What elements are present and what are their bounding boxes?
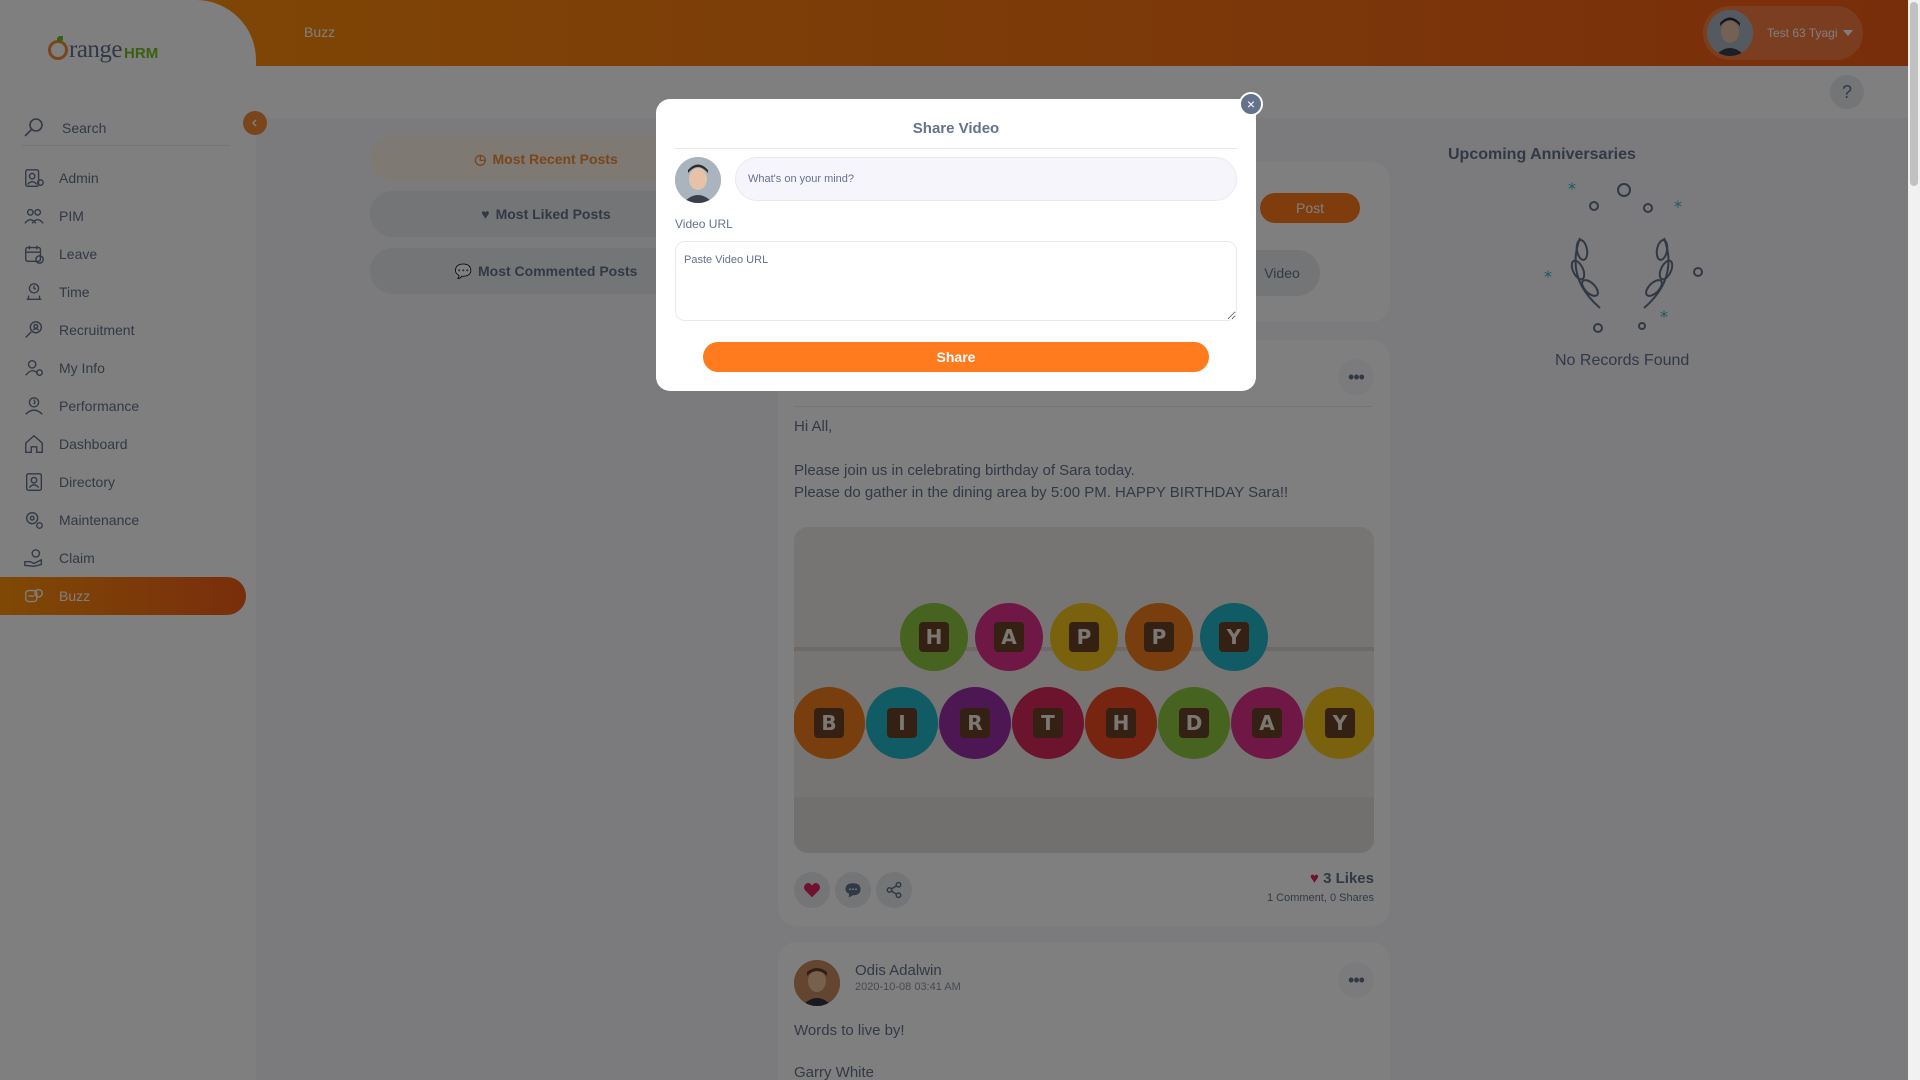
user-portrait-icon [675, 157, 721, 203]
share-button[interactable]: Share [703, 342, 1209, 372]
video-url-input[interactable] [675, 241, 1237, 321]
avatar [675, 157, 721, 203]
scrollbar-thumb[interactable] [1910, 2, 1918, 186]
close-icon: × [1246, 96, 1256, 112]
page-scrollbar[interactable] [1908, 0, 1920, 1080]
modal-title: Share Video [912, 120, 1000, 137]
video-url-label: Video URL [675, 217, 733, 231]
modal-divider [675, 148, 1237, 149]
post-text-input[interactable] [735, 157, 1237, 201]
share-video-modal: Share Video Video URL Share [656, 99, 1256, 391]
close-modal-button[interactable]: × [1239, 92, 1263, 116]
